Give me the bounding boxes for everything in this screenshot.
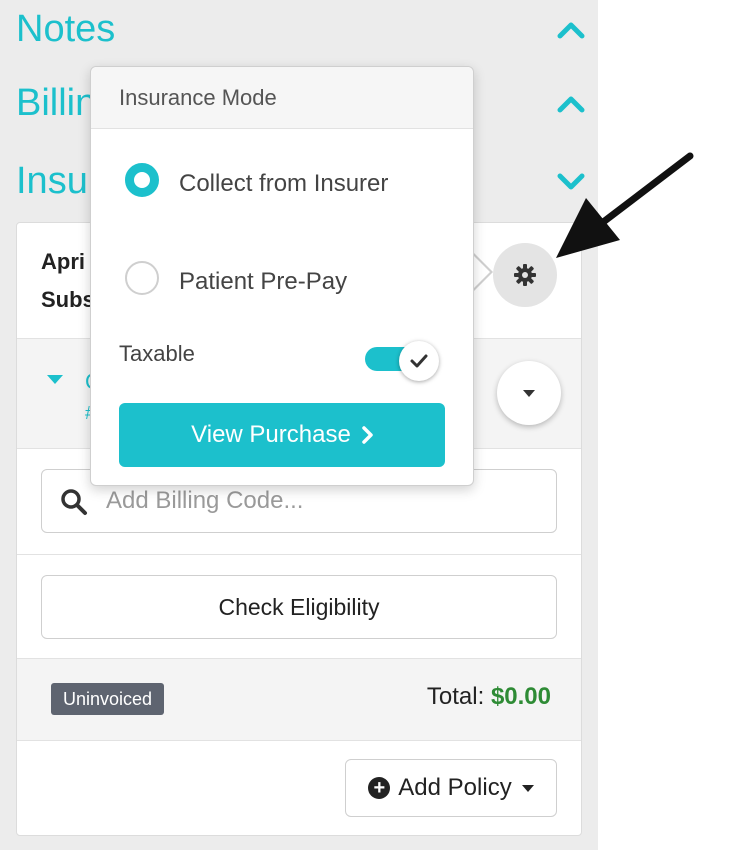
total-row: Uninvoiced Total: $0.00 — [17, 659, 581, 741]
chevron-up-icon[interactable] — [556, 20, 586, 40]
radio-label-collect: Collect from Insurer — [179, 170, 389, 197]
gear-icon — [514, 264, 536, 286]
total-label: Total: — [426, 683, 485, 710]
checkmark-icon — [410, 354, 428, 368]
eligibility-row: Check Eligibility — [17, 555, 581, 659]
policy-subscriber: Subs — [41, 287, 95, 312]
total-amount: $0.00 — [490, 683, 551, 710]
status-badge: Uninvoiced — [51, 683, 165, 715]
total: Total: $0.00 — [427, 683, 551, 711]
check-eligibility-button[interactable]: Check Eligibility — [41, 575, 557, 639]
caret-down-icon[interactable] — [47, 375, 63, 384]
annotation-arrow-icon — [556, 152, 694, 258]
popover-title: Insurance Mode — [119, 85, 277, 110]
radio-selected-icon[interactable] — [125, 163, 159, 197]
chevron-up-icon[interactable] — [556, 94, 586, 114]
taxable-label: Taxable — [119, 341, 195, 366]
section-title-notes: Notes — [16, 8, 116, 50]
popover-header: Insurance Mode — [91, 67, 473, 129]
popover-arrow-fill — [472, 254, 490, 290]
radio-label-prepay: Patient Pre-Pay — [179, 268, 348, 295]
add-policy-label: Add Policy — [398, 774, 512, 801]
plus-circle-icon: + — [368, 777, 391, 799]
toggle-knob — [399, 341, 439, 381]
chevron-right-icon — [362, 426, 373, 444]
view-purchase-label: View Purchase — [191, 421, 351, 448]
radio-unselected-icon[interactable] — [125, 261, 159, 295]
search-icon — [61, 489, 87, 515]
policy-name: Apri — [41, 249, 85, 274]
caret-down-icon — [523, 389, 535, 397]
insurance-mode-popover: Insurance Mode Collect from Insurer Pati… — [90, 66, 474, 486]
add-policy-button[interactable]: + Add Policy — [345, 759, 557, 817]
line-item-menu-button[interactable] — [497, 361, 561, 425]
caret-down-icon — [521, 784, 534, 792]
taxable-toggle[interactable] — [365, 341, 439, 381]
view-purchase-button[interactable]: View Purchase — [119, 403, 445, 467]
section-notes[interactable]: Notes — [16, 4, 586, 60]
